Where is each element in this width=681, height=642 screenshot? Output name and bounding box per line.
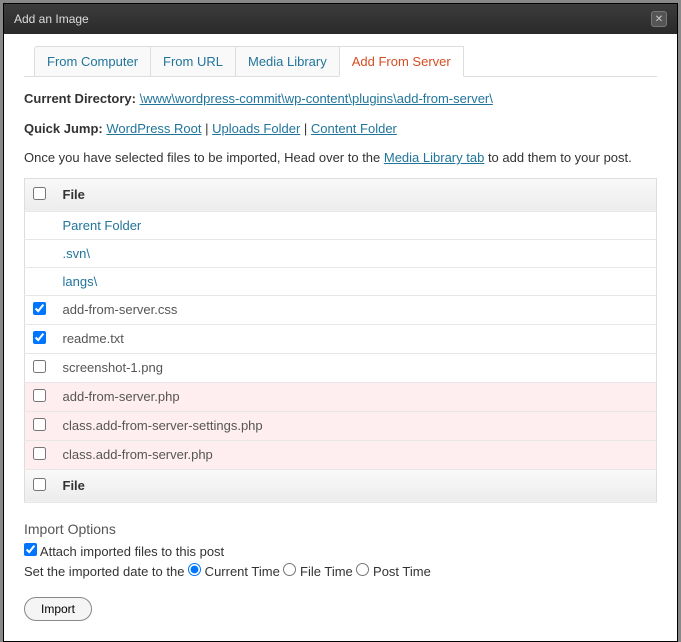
current-directory-path[interactable]: \www\wordpress-commit\wp-content\plugins…	[140, 91, 493, 106]
file-checkbox[interactable]	[33, 331, 46, 344]
table-row: readme.txt	[25, 324, 657, 353]
tab-from-url[interactable]: From URL	[150, 46, 236, 76]
quick-jump-wordpress-root[interactable]: WordPress Root	[106, 121, 201, 136]
date-radio[interactable]	[356, 563, 369, 576]
table-row: Parent Folder	[25, 211, 657, 239]
close-icon[interactable]: ✕	[651, 11, 667, 27]
date-radio[interactable]	[283, 563, 296, 576]
file-name: readme.txt	[63, 331, 124, 346]
quick-jump-label: Quick Jump:	[24, 121, 103, 136]
file-checkbox[interactable]	[33, 360, 46, 373]
tab-add-from-server[interactable]: Add From Server	[339, 46, 464, 77]
date-option-post-time[interactable]: Post Time	[356, 564, 430, 579]
instruction-row: Once you have selected files to be impor…	[24, 148, 657, 168]
media-library-link[interactable]: Media Library tab	[384, 150, 484, 165]
attach-checkbox[interactable]	[24, 543, 37, 556]
file-name: add-from-server.css	[63, 302, 178, 317]
file-checkbox[interactable]	[33, 447, 46, 460]
modal-title: Add an Image	[14, 12, 89, 26]
table-row: .svn\	[25, 239, 657, 267]
file-name: screenshot-1.png	[63, 360, 163, 375]
file-name: add-from-server.php	[63, 389, 180, 404]
file-checkbox[interactable]	[33, 302, 46, 315]
table-row: class.add-from-server-settings.php	[25, 411, 657, 440]
folder-link[interactable]: Parent Folder	[63, 218, 142, 233]
table-row: screenshot-1.png	[25, 353, 657, 382]
modal-titlebar: Add an Image ✕	[4, 4, 677, 34]
table-row: class.add-from-server.php	[25, 440, 657, 469]
tab-from-computer[interactable]: From Computer	[34, 46, 151, 76]
quick-jump-row: Quick Jump: WordPress Root | Uploads Fol…	[24, 119, 657, 139]
date-radio[interactable]	[188, 563, 201, 576]
tabs: From ComputerFrom URLMedia LibraryAdd Fr…	[24, 46, 657, 77]
select-all-top[interactable]	[33, 187, 46, 200]
file-name: class.add-from-server.php	[63, 447, 213, 462]
date-option-file-time[interactable]: File Time	[283, 564, 352, 579]
current-directory-row: Current Directory: \www\wordpress-commit…	[24, 89, 657, 109]
table-row: add-from-server.php	[25, 382, 657, 411]
file-checkbox[interactable]	[33, 418, 46, 431]
file-table: File Parent Folder .svn\ langs\ add-from-se…	[24, 178, 657, 503]
attach-option[interactable]: Attach imported files to this post	[24, 544, 224, 559]
import-button[interactable]: Import	[24, 597, 92, 621]
folder-link[interactable]: .svn\	[63, 246, 90, 261]
date-label: Set the imported date to the	[24, 564, 184, 579]
quick-jump-uploads-folder[interactable]: Uploads Folder	[212, 121, 300, 136]
file-name: class.add-from-server-settings.php	[63, 418, 263, 433]
table-row: add-from-server.css	[25, 295, 657, 324]
file-column-header: File	[55, 178, 657, 211]
file-checkbox[interactable]	[33, 389, 46, 402]
select-all-bottom[interactable]	[33, 478, 46, 491]
quick-jump-content-folder[interactable]: Content Folder	[311, 121, 397, 136]
date-option-current-time[interactable]: Current Time	[188, 564, 280, 579]
import-options-title: Import Options	[24, 521, 657, 537]
folder-link[interactable]: langs\	[63, 274, 98, 289]
tab-media-library[interactable]: Media Library	[235, 46, 340, 76]
file-column-footer: File	[55, 469, 657, 502]
current-directory-label: Current Directory:	[24, 91, 136, 106]
table-row: langs\	[25, 267, 657, 295]
